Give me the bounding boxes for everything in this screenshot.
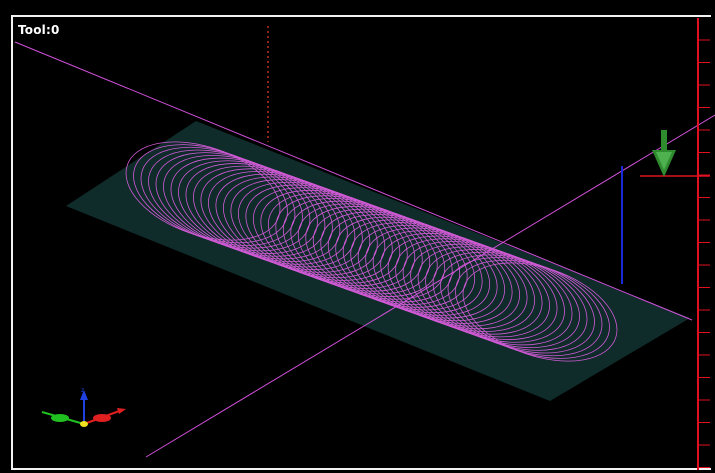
tool-number-label: Tool:0 bbox=[18, 23, 60, 37]
toolpath-3d-viewport[interactable]: z Tool:0 bbox=[0, 0, 715, 473]
toolpath-scene[interactable]: z bbox=[0, 0, 715, 473]
z-ruler bbox=[640, 18, 710, 470]
svg-text:z: z bbox=[81, 387, 84, 394]
stock-plate bbox=[66, 121, 690, 401]
down-arrow-icon bbox=[652, 130, 676, 177]
xyz-axis-triad-icon: z bbox=[41, 387, 126, 427]
